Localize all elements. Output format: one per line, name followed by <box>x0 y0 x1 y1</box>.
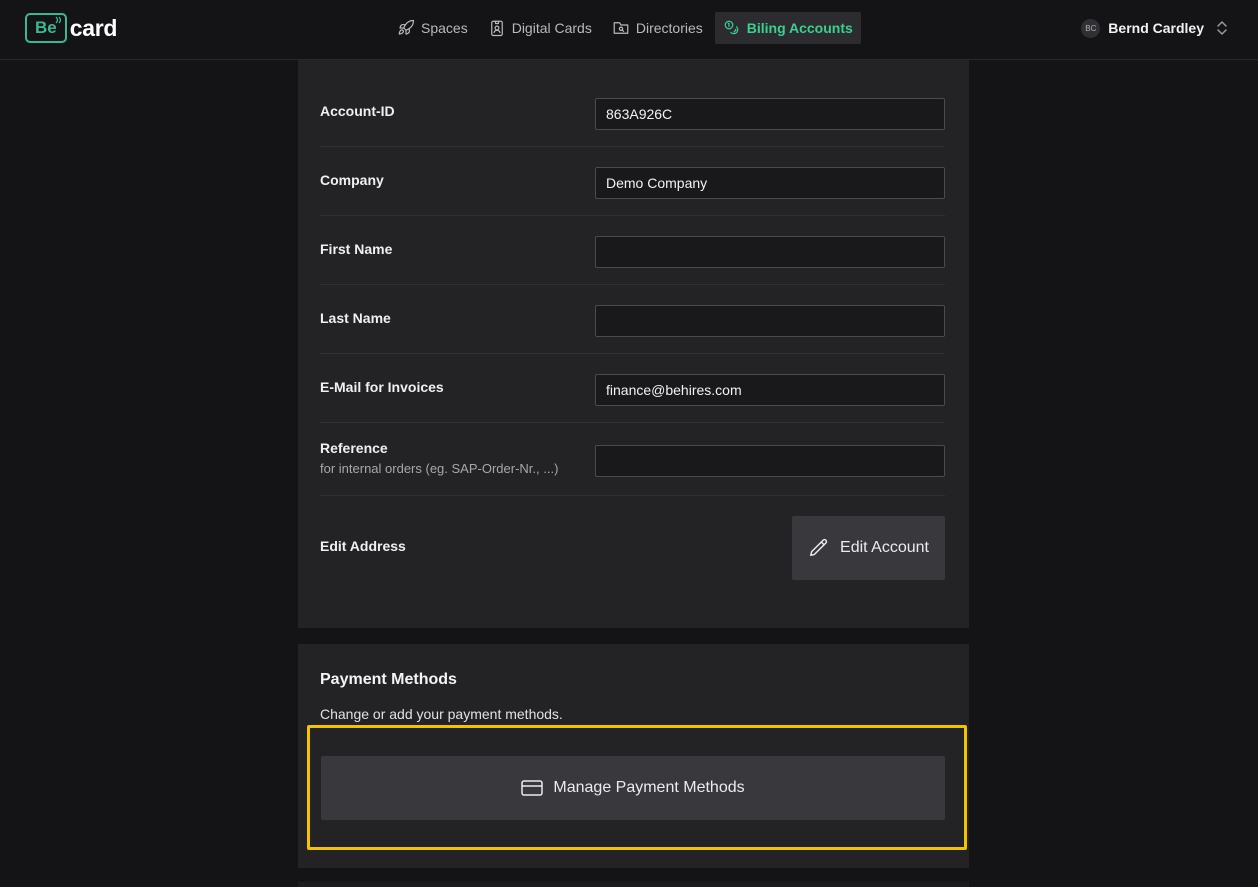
label-invoice-email: E-Mail for Invoices <box>320 379 444 395</box>
nav-item-billing-accounts[interactable]: Biling Accounts <box>714 12 861 44</box>
nav-item-spaces[interactable]: Spaces <box>389 12 476 44</box>
manage-payment-methods-button[interactable]: Manage Payment Methods <box>321 756 945 820</box>
label-last-name: Last Name <box>320 310 391 326</box>
first-name-field[interactable] <box>595 236 945 268</box>
label-company: Company <box>320 172 384 188</box>
row-reference: Reference for internal orders (eg. SAP-O… <box>320 423 945 496</box>
row-last-name: Last Name <box>320 285 945 354</box>
manage-payment-methods-label: Manage Payment Methods <box>553 779 745 796</box>
user-menu[interactable]: BC Bernd Cardley <box>1081 14 1228 42</box>
row-first-name: First Name <box>320 216 945 285</box>
payment-methods-card: Payment Methods Change or add your payme… <box>298 644 969 868</box>
nfc-wave-icon <box>55 16 61 24</box>
logo-be-box: Be <box>25 13 67 43</box>
avatar: BC <box>1081 18 1101 38</box>
coins-icon <box>724 20 739 35</box>
nav-label-directories: Directories <box>635 20 703 36</box>
label-edit-address: Edit Address <box>320 538 406 554</box>
account-details-card: Account-ID Company First Name Last Name … <box>298 60 969 628</box>
label-account-id: Account-ID <box>320 103 395 119</box>
reference-hint: for internal orders (eg. SAP-Order-Nr., … <box>320 461 559 476</box>
reference-field[interactable] <box>595 445 945 477</box>
next-card-edge <box>298 882 969 887</box>
user-name: Bernd Cardley <box>1108 20 1204 36</box>
last-name-field[interactable] <box>595 305 945 337</box>
label-first-name: First Name <box>320 241 393 257</box>
nav-label-digital-cards: Digital Cards <box>511 20 592 36</box>
folder-search-icon <box>613 22 629 34</box>
logo-card-text: card <box>69 14 118 41</box>
pencil-icon <box>810 538 828 557</box>
nav-item-digital-cards[interactable]: Digital Cards <box>480 12 600 44</box>
account-id-field[interactable] <box>595 98 945 130</box>
payment-methods-title: Payment Methods <box>320 671 457 688</box>
row-account-id: Account-ID <box>320 60 945 147</box>
edit-account-button[interactable]: Edit Account <box>792 516 945 580</box>
chevron-up-down-icon <box>1217 21 1227 35</box>
nav-item-directories[interactable]: Directories <box>604 12 711 44</box>
edit-account-label: Edit Account <box>840 539 929 556</box>
invoice-email-field[interactable] <box>595 374 945 406</box>
badge-icon <box>490 20 503 37</box>
row-invoice-email: E-Mail for Invoices <box>320 354 945 423</box>
payment-methods-description: Change or add your payment methods. <box>320 706 563 722</box>
rocket-icon <box>398 19 415 35</box>
becard-logo[interactable]: Be card <box>25 12 117 44</box>
logo-be-text: Be <box>35 18 57 37</box>
nav-label-spaces: Spaces <box>421 20 468 36</box>
company-field[interactable] <box>595 167 945 199</box>
nav-label-billing-accounts: Biling Accounts <box>746 20 853 36</box>
top-navigation-bar: Be card Spaces Digital Cards Directories… <box>0 0 1258 60</box>
label-reference: Reference <box>320 440 388 456</box>
credit-card-icon <box>521 780 544 796</box>
main-nav: Spaces Digital Cards Directories Biling … <box>389 12 865 44</box>
row-company: Company <box>320 147 945 216</box>
